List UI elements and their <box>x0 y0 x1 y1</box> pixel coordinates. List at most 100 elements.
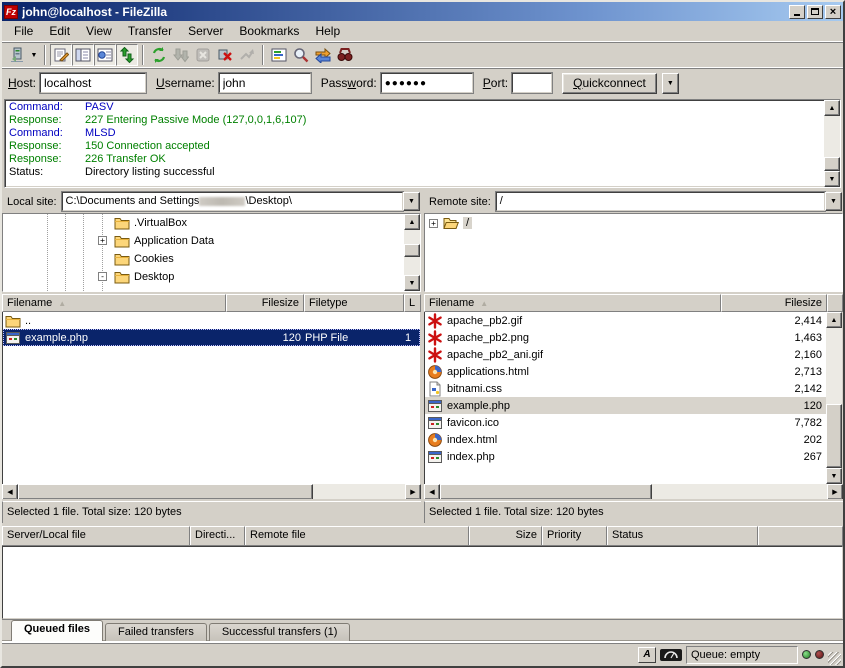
tree-item-root[interactable]: +/ <box>425 214 842 232</box>
site-manager-button[interactable] <box>6 44 28 66</box>
local-list-hscrollbar[interactable]: ◀ ▶ <box>2 484 421 500</box>
tree-item-desktop[interactable]: -Desktop <box>3 268 404 286</box>
file-row-example-php[interactable]: example.php 120 PHP File 1 <box>3 329 420 346</box>
file-row[interactable]: index.html202 <box>425 431 826 448</box>
menu-view[interactable]: View <box>78 21 120 41</box>
scroll-right-icon[interactable]: ▶ <box>405 484 421 500</box>
file-row[interactable]: apache_pb2.gif2,414 <box>425 312 826 329</box>
find-files-button[interactable] <box>334 44 356 66</box>
toggle-queue-button[interactable] <box>116 44 138 66</box>
column-header-last-modified[interactable]: L <box>404 294 421 312</box>
refresh-button[interactable] <box>148 44 170 66</box>
tree-item-cookies[interactable]: Cookies <box>3 250 404 268</box>
password-input[interactable] <box>381 73 473 93</box>
close-button[interactable]: × <box>825 5 841 19</box>
column-header-filesize[interactable]: Filesize <box>721 294 827 312</box>
scroll-up-icon[interactable]: ▲ <box>826 312 842 328</box>
remote-site-path[interactable]: / <box>496 192 825 211</box>
tab-successful-transfers[interactable]: Successful transfers (1) <box>209 623 351 641</box>
expand-icon[interactable]: + <box>98 236 107 245</box>
log-line: Command:MLSD <box>5 127 824 140</box>
tab-queued-files[interactable]: Queued files <box>11 620 103 641</box>
toggle-local-tree-button[interactable] <box>72 44 94 66</box>
queue-list-empty[interactable] <box>2 546 843 619</box>
file-row-updir[interactable]: .. <box>3 312 420 329</box>
site-manager-dropdown[interactable]: ▼ <box>28 44 40 66</box>
file-row[interactable]: apache_pb2.png1,463 <box>425 329 826 346</box>
queue-column-status[interactable]: Status <box>607 526 758 546</box>
scroll-thumb[interactable] <box>18 484 313 500</box>
queue-column-direction[interactable]: Directi... <box>190 526 245 546</box>
local-site-path[interactable]: C:\Documents and Settings\Desktop\ <box>62 192 403 211</box>
file-row-selected[interactable]: example.php120 <box>425 397 826 414</box>
scroll-thumb[interactable] <box>824 157 840 171</box>
file-row[interactable]: favicon.ico7,782 <box>425 414 826 431</box>
php-file-icon <box>427 449 443 465</box>
column-header-filetype[interactable]: Filetype <box>304 294 404 312</box>
resize-grip[interactable] <box>828 652 841 665</box>
local-site-combo[interactable]: C:\Documents and Settings\Desktop\ ▼ <box>62 192 420 211</box>
log-scrollbar[interactable]: ▲ ▼ <box>824 100 840 187</box>
data-type-indicator[interactable]: A <box>638 647 656 663</box>
maximize-button[interactable] <box>807 5 823 19</box>
disconnect-button[interactable] <box>214 44 236 66</box>
column-header-filename[interactable]: Filename▲ <box>2 294 226 312</box>
queue-status-text: Queue: empty <box>686 646 798 664</box>
menu-transfer[interactable]: Transfer <box>120 21 180 41</box>
local-site-dropdown[interactable]: ▼ <box>403 192 420 211</box>
scroll-thumb[interactable] <box>404 244 420 257</box>
compare-directories-button[interactable] <box>290 44 312 66</box>
remote-list-scrollbar[interactable]: ▲ ▼ <box>826 312 842 484</box>
quickconnect-button[interactable]: Quickconnect <box>562 73 657 94</box>
expand-icon[interactable]: + <box>429 219 438 228</box>
queue-column-remote-file[interactable]: Remote file <box>245 526 469 546</box>
column-header-filesize[interactable]: Filesize <box>226 294 304 312</box>
menu-bookmarks[interactable]: Bookmarks <box>231 21 307 41</box>
menu-server[interactable]: Server <box>180 21 231 41</box>
host-input[interactable] <box>40 73 146 93</box>
remote-site-dropdown[interactable]: ▼ <box>825 192 842 211</box>
synchronized-browsing-button[interactable] <box>312 44 334 66</box>
menu-help[interactable]: Help <box>307 21 348 41</box>
column-header-filename[interactable]: Filename▲ <box>424 294 721 312</box>
scroll-down-icon[interactable]: ▼ <box>404 275 420 291</box>
site-manager-icon <box>9 47 25 63</box>
remote-list-hscrollbar[interactable]: ◀ ▶ <box>424 484 843 500</box>
quickconnect-dropdown[interactable]: ▼ <box>662 73 679 94</box>
tab-failed-transfers[interactable]: Failed transfers <box>105 623 207 641</box>
collapse-icon[interactable]: - <box>98 272 107 281</box>
directory-filters-button[interactable] <box>268 44 290 66</box>
toggle-remote-tree-button[interactable] <box>94 44 116 66</box>
username-input[interactable] <box>219 73 311 93</box>
cancel-operation-button <box>192 44 214 66</box>
queue-column-size[interactable]: Size <box>469 526 542 546</box>
menu-edit[interactable]: Edit <box>41 21 78 41</box>
log-line: Response:150 Connection accepted <box>5 140 824 153</box>
refresh-icon <box>151 47 167 63</box>
remote-site-combo[interactable]: / ▼ <box>496 192 842 211</box>
local-tree-scrollbar[interactable]: ▲ ▼ <box>404 214 420 291</box>
menu-file[interactable]: File <box>6 21 41 41</box>
tree-item-virtualbox[interactable]: .VirtualBox <box>3 214 404 232</box>
scroll-up-icon[interactable]: ▲ <box>404 214 420 230</box>
speed-limit-icon[interactable] <box>660 649 682 661</box>
scroll-up-icon[interactable]: ▲ <box>824 100 840 116</box>
file-row[interactable]: apache_pb2_ani.gif2,160 <box>425 346 826 363</box>
file-row[interactable]: bitnami.css2,142 <box>425 380 826 397</box>
tree-item-application-data[interactable]: +Application Data <box>3 232 404 250</box>
title-bar[interactable]: Fz john@localhost - FileZilla × <box>2 2 843 21</box>
scroll-down-icon[interactable]: ▼ <box>824 171 840 187</box>
scroll-thumb[interactable] <box>826 404 842 468</box>
scroll-right-icon[interactable]: ▶ <box>827 484 843 500</box>
queue-column-server-local-file[interactable]: Server/Local file <box>2 526 190 546</box>
minimize-button[interactable] <box>789 5 805 19</box>
toggle-message-log-button[interactable] <box>50 44 72 66</box>
file-row[interactable]: index.php267 <box>425 448 826 465</box>
queue-column-priority[interactable]: Priority <box>542 526 607 546</box>
port-input[interactable] <box>512 73 552 93</box>
scroll-left-icon[interactable]: ◀ <box>424 484 440 500</box>
scroll-left-icon[interactable]: ◀ <box>2 484 18 500</box>
file-row[interactable]: applications.html2,713 <box>425 363 826 380</box>
scroll-down-icon[interactable]: ▼ <box>826 468 842 484</box>
scroll-thumb[interactable] <box>440 484 652 500</box>
